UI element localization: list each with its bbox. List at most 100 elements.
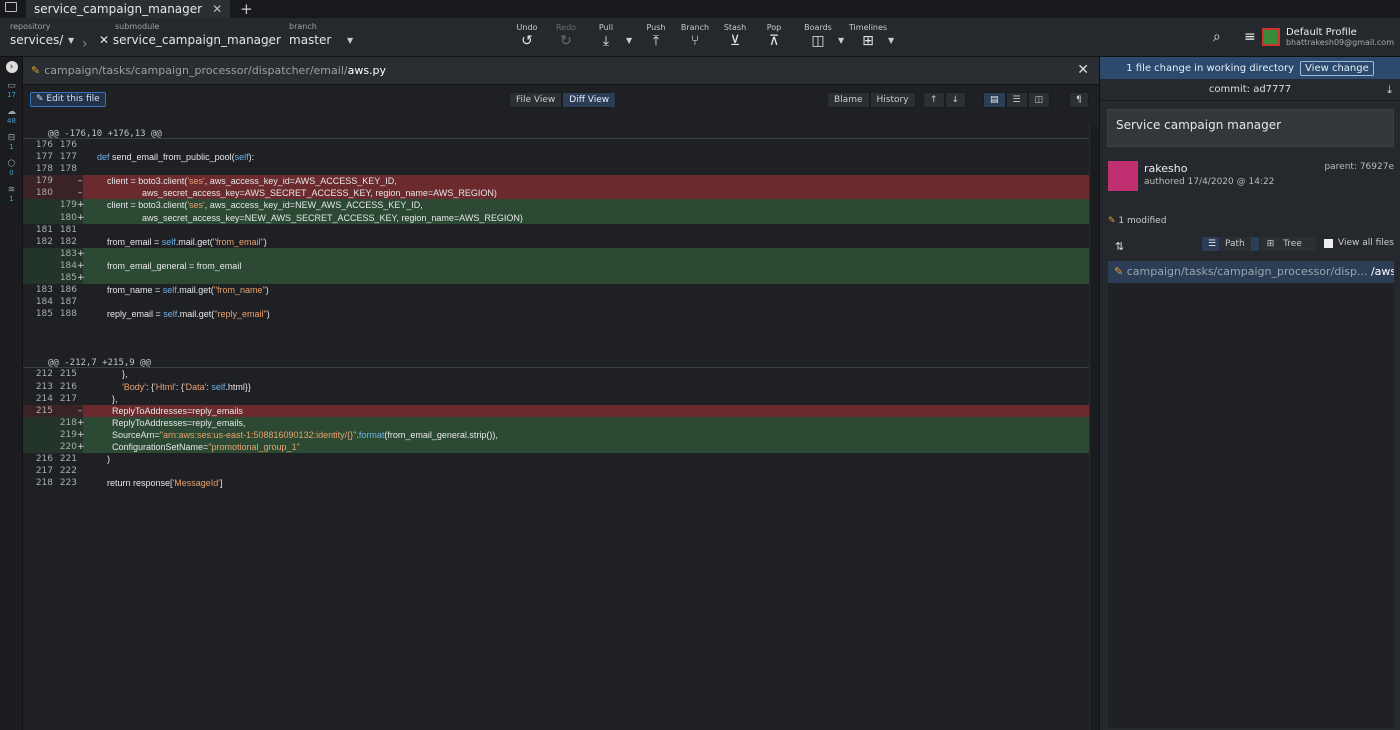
sort-icon[interactable]: ⇅: [1115, 240, 1124, 253]
context-line: 212 215 },: [23, 368, 1099, 380]
add-tab-icon[interactable]: +: [240, 0, 253, 18]
download-icon[interactable]: ⤓: [1387, 83, 1392, 97]
toolbar: repository services/ ▼ › submodule ✕ ser…: [0, 18, 1400, 57]
old-line-number: 214: [35, 393, 53, 404]
checkbox[interactable]: [1324, 238, 1333, 248]
old-line-number: 182: [35, 236, 53, 247]
local-branches-icon[interactable]: ▭ 17: [0, 81, 23, 99]
old-line-number: 178: [35, 164, 53, 175]
old-line-number: [23, 440, 53, 454]
arrow-up-icon[interactable]: ↑: [923, 92, 945, 108]
tags-icon[interactable]: ⬡ 0: [0, 159, 23, 177]
branch-button[interactable]: Branch ⑂: [675, 23, 715, 49]
old-line-number: [23, 259, 53, 273]
old-line-number: 216: [35, 454, 53, 465]
added-line: 183 +: [23, 247, 1099, 260]
view-all-files[interactable]: View all files: [1324, 238, 1394, 248]
file-view-button[interactable]: File View: [509, 92, 563, 108]
stashes-icon[interactable]: ≋ 1: [0, 185, 23, 203]
redo-button[interactable]: Redo ↻: [546, 23, 586, 49]
expand-icon[interactable]: ›: [0, 61, 23, 73]
parent-sha[interactable]: parent: 76927e: [1324, 162, 1394, 172]
context-line: 184 187: [23, 296, 1099, 308]
old-line-number: 185: [35, 309, 53, 320]
code-text: return response['MessageId']: [97, 478, 223, 489]
undo-icon: ↺: [521, 33, 533, 49]
new-line-number: 221: [59, 454, 77, 465]
context-line: 177 177 def send_email_from_public_pool(se…: [23, 151, 1099, 163]
diff-toolbar: ✎ Edit this file File View Diff View Bla…: [23, 85, 1099, 115]
arrow-down-icon[interactable]: ↓: [944, 92, 967, 108]
chevron-down-icon[interactable]: ▼: [888, 36, 894, 45]
tab-title: service_campaign_manager: [34, 2, 203, 16]
edit-file-button[interactable]: ✎ Edit this file: [30, 92, 106, 107]
submodule-crumb[interactable]: submodule ✕ service_campaign_manager: [99, 22, 281, 47]
list-view-icon[interactable]: ☰: [1005, 92, 1028, 108]
old-line-number: [23, 272, 53, 285]
remote-icon[interactable]: ☁ 48: [0, 107, 23, 125]
old-line-number: 177: [35, 152, 53, 163]
tab-bar: service_campaign_manager ✕ +: [0, 0, 1400, 18]
file-name: aws.py: [347, 64, 387, 77]
stash-icon: ⊻: [729, 33, 741, 49]
code-text: ReplyToAddresses=reply_emails,: [97, 417, 246, 428]
pencil-icon: ✎: [36, 94, 47, 104]
chevron-down-icon[interactable]: ▼: [626, 36, 632, 45]
scrollbar[interactable]: [1089, 125, 1099, 730]
old-line-number: [23, 247, 53, 260]
stash-button[interactable]: Stash ⊻: [715, 23, 755, 49]
context-line: 213 216 'Body': {'Html': {'Data': self.ht…: [23, 381, 1099, 393]
blame-button[interactable]: Blame: [827, 92, 870, 108]
chevron-down-icon[interactable]: ▼: [68, 36, 74, 45]
push-button[interactable]: Push ⤒: [636, 23, 676, 49]
repo-tab[interactable]: service_campaign_manager ✕: [26, 0, 231, 18]
branch-crumb[interactable]: branch master: [289, 22, 331, 47]
code-text: from_email = self.mail.get("from_email"): [97, 236, 267, 247]
diff-view-button[interactable]: Diff View: [562, 92, 617, 108]
profile[interactable]: Default Profile bhattrakesh09@gmail.com: [1261, 27, 1394, 47]
close-icon[interactable]: ✕: [99, 33, 113, 47]
old-line-number: [23, 416, 53, 429]
new-line-number: 220: [53, 440, 77, 454]
split-view-icon[interactable]: ◫: [1027, 92, 1051, 108]
view-change-button[interactable]: View change: [1300, 60, 1374, 76]
new-line-number: [53, 187, 77, 200]
pull-requests-icon[interactable]: ⊟ 1: [0, 133, 23, 151]
close-icon[interactable]: ✕: [212, 2, 222, 16]
context-line: 217 222: [23, 465, 1099, 477]
undo-button[interactable]: Undo ↺: [507, 23, 547, 49]
new-line-number: 180: [53, 211, 77, 224]
search-icon[interactable]: ⌕: [1213, 29, 1221, 45]
chevron-down-icon[interactable]: ▼: [838, 36, 844, 45]
old-line-number: [23, 211, 53, 224]
inline-view-icon[interactable]: ▤: [983, 92, 1006, 108]
blame-history-toggle: Blame History: [827, 92, 916, 108]
pop-icon: ⊼: [768, 33, 780, 49]
timelines-button[interactable]: Timelines ⊞: [848, 23, 888, 49]
changed-file-item[interactable]: ✎ campaign/tasks/campaign_processor/disp…: [1108, 261, 1394, 283]
boards-button[interactable]: Boards ◫: [798, 23, 838, 49]
folder-icon[interactable]: [5, 2, 17, 12]
whitespace-toggle: ¶: [1069, 92, 1089, 108]
pull-button[interactable]: Pull ⤓: [586, 23, 626, 49]
pilcrow-icon[interactable]: ¶: [1069, 92, 1089, 108]
timelines-icon: ⊞: [862, 33, 874, 49]
history-button[interactable]: History: [869, 92, 916, 108]
code-text: },: [97, 393, 118, 404]
code-text: 'Body': {'Html': {'Data': self.html}}: [122, 381, 251, 392]
old-line-number: [23, 199, 53, 212]
close-icon[interactable]: ✕: [1077, 62, 1089, 78]
pop-button[interactable]: Pop ⊼: [754, 23, 794, 49]
chevron-down-icon[interactable]: ▼: [347, 36, 353, 45]
code-text: SourceArn="arn:aws:ses:us-east-1:5088160…: [97, 429, 498, 440]
new-line-number: [53, 175, 77, 188]
path-button[interactable]: ☰ Path: [1202, 237, 1259, 251]
menu-icon[interactable]: ≡: [1244, 29, 1256, 45]
avatar: [1108, 161, 1138, 191]
repository-crumb[interactable]: repository services/: [10, 22, 63, 47]
tree-button[interactable]: ⊞ Tree: [1260, 237, 1316, 251]
layout-toggle: ▤ ☰ ◫: [983, 92, 1051, 108]
